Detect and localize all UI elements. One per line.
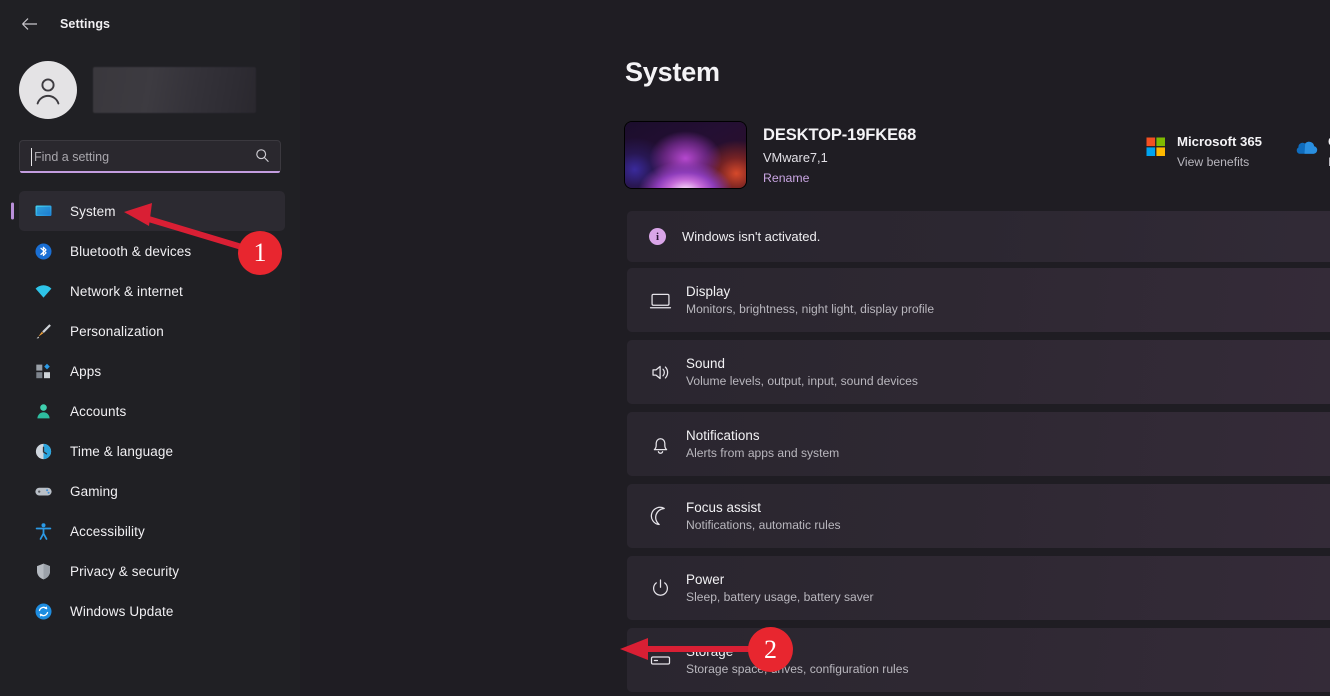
sidebar-item-label: Network & internet	[70, 284, 183, 299]
bell-icon	[634, 433, 686, 456]
sidebar-item-label: Accounts	[70, 404, 126, 419]
device-name: DESKTOP-19FKE68	[763, 126, 916, 145]
drive-icon	[634, 649, 686, 672]
user-name-redacted	[93, 67, 256, 113]
quick-link-title: Microsoft 365	[1177, 134, 1262, 149]
sidebar-item-system[interactable]: System	[19, 191, 285, 231]
sidebar-item-label: Bluetooth & devices	[70, 244, 191, 259]
quick-links: Microsoft 365 View benefits OneDrive Man…	[1145, 133, 1330, 169]
user-avatar-icon	[19, 61, 77, 119]
search-box[interactable]	[19, 140, 281, 173]
sidebar-item-windows-update[interactable]: Windows Update	[19, 591, 285, 631]
microsoft-logo-icon	[1145, 136, 1167, 158]
moon-icon	[634, 505, 686, 528]
onedrive-cloud-icon	[1296, 136, 1318, 158]
sidebar-item-label: Windows Update	[70, 604, 173, 619]
bluetooth-icon	[34, 242, 53, 261]
sidebar-item-accounts[interactable]: Accounts	[19, 391, 285, 431]
sidebar-item-label: Gaming	[70, 484, 118, 499]
sidebar: Settings	[0, 0, 300, 696]
setting-row-power[interactable]: Power Sleep, battery usage, battery save…	[627, 556, 1330, 620]
clock-icon	[34, 442, 53, 461]
accessibility-icon	[34, 522, 53, 541]
row-title: Power	[686, 572, 1330, 587]
sidebar-item-accessibility[interactable]: Accessibility	[19, 511, 285, 551]
rename-link[interactable]: Rename	[763, 171, 916, 185]
wifi-icon	[34, 282, 53, 301]
paintbrush-icon	[34, 322, 53, 341]
shield-icon	[34, 562, 53, 581]
search-icon[interactable]	[255, 148, 270, 168]
row-title: Display	[686, 284, 1330, 299]
title-bar: Settings	[0, 0, 300, 48]
monitor-outline-icon	[634, 289, 686, 312]
sidebar-item-label: Personalization	[70, 324, 164, 339]
annotation-marker-2: 2	[748, 627, 793, 672]
sidebar-item-gaming[interactable]: Gaming	[19, 471, 285, 511]
sidebar-item-privacy-security[interactable]: Privacy & security	[19, 551, 285, 591]
row-title: Notifications	[686, 428, 1330, 443]
user-profile[interactable]	[0, 48, 300, 122]
setting-row-focus-assist[interactable]: Focus assist Notifications, automatic ru…	[627, 484, 1330, 548]
person-icon	[34, 402, 53, 421]
setting-row-notifications[interactable]: Notifications Alerts from apps and syste…	[627, 412, 1330, 476]
sidebar-item-label: Privacy & security	[70, 564, 179, 579]
row-subtitle: Sleep, battery usage, battery saver	[686, 590, 1330, 604]
app-title: Settings	[60, 17, 110, 31]
sidebar-item-label: Apps	[70, 364, 101, 379]
sidebar-item-label: System	[70, 204, 116, 219]
sidebar-item-personalization[interactable]: Personalization	[19, 311, 285, 351]
quick-link-onedrive[interactable]: OneDrive Manage	[1296, 133, 1330, 169]
sidebar-item-time-language[interactable]: Time & language	[19, 431, 285, 471]
row-subtitle: Monitors, brightness, night light, displ…	[686, 302, 1330, 316]
settings-window: Settings	[0, 0, 1330, 696]
main-content: System DESKTOP-19FKE68 VMware7,1 Rename	[300, 0, 1330, 696]
search-input[interactable]	[20, 141, 235, 172]
row-subtitle: Notifications, automatic rules	[686, 518, 1330, 532]
gamepad-icon	[34, 482, 53, 501]
annotation-marker-1: 1	[238, 231, 282, 275]
sidebar-item-label: Accessibility	[70, 524, 145, 539]
activation-banner: i Windows isn't activated. Activate now	[627, 211, 1330, 262]
sidebar-item-network-internet[interactable]: Network & internet	[19, 271, 285, 311]
setting-row-sound[interactable]: Sound Volume levels, output, input, soun…	[627, 340, 1330, 404]
apps-grid-icon	[34, 362, 53, 381]
row-title: Sound	[686, 356, 1330, 371]
speaker-icon	[634, 361, 686, 384]
power-icon	[634, 577, 686, 600]
setting-row-display[interactable]: Display Monitors, brightness, night ligh…	[627, 268, 1330, 332]
activation-message: Windows isn't activated.	[682, 229, 820, 244]
page-title: System	[625, 57, 720, 88]
row-title: Focus assist	[686, 500, 1330, 515]
row-subtitle: Volume levels, output, input, sound devi…	[686, 374, 1330, 388]
device-model: VMware7,1	[763, 150, 916, 165]
quick-link-subtitle[interactable]: View benefits	[1177, 155, 1262, 169]
back-arrow-icon[interactable]	[14, 9, 44, 39]
update-sync-icon	[34, 602, 53, 621]
text-caret	[31, 148, 32, 166]
sidebar-item-apps[interactable]: Apps	[19, 351, 285, 391]
info-icon: i	[649, 228, 666, 245]
wallpaper-thumbnail	[625, 122, 746, 188]
row-subtitle: Alerts from apps and system	[686, 446, 1330, 460]
monitor-icon	[34, 202, 53, 221]
setting-row-storage[interactable]: Storage Storage space, drives, configura…	[627, 628, 1330, 692]
quick-link-microsoft-365[interactable]: Microsoft 365 View benefits	[1145, 133, 1262, 169]
sidebar-item-label: Time & language	[70, 444, 173, 459]
